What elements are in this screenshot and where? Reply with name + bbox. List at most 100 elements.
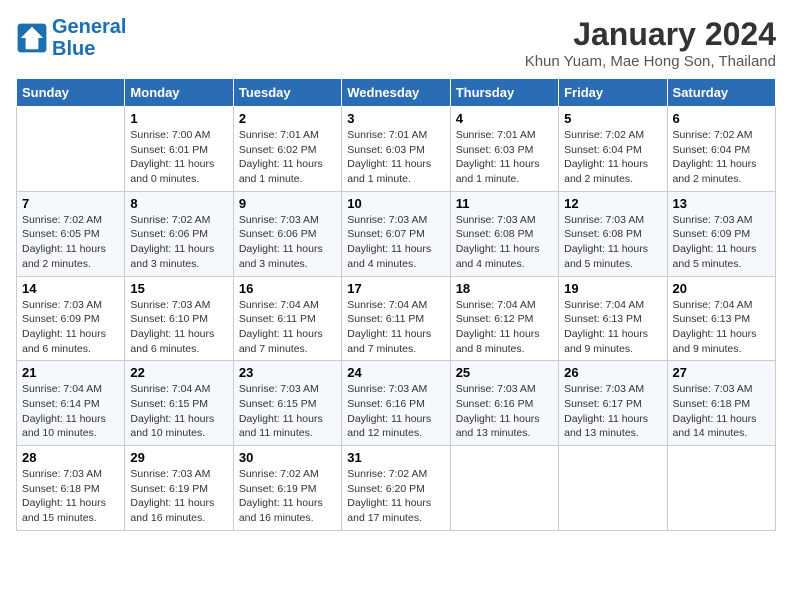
- calendar-cell: 22Sunrise: 7:04 AM Sunset: 6:15 PM Dayli…: [125, 361, 233, 446]
- day-info: Sunrise: 7:01 AM Sunset: 6:02 PM Dayligh…: [239, 128, 336, 187]
- day-info: Sunrise: 7:03 AM Sunset: 6:16 PM Dayligh…: [456, 382, 553, 441]
- calendar-week-1: 1Sunrise: 7:00 AM Sunset: 6:01 PM Daylig…: [17, 107, 776, 192]
- day-number: 18: [456, 281, 553, 296]
- day-info: Sunrise: 7:03 AM Sunset: 6:10 PM Dayligh…: [130, 298, 227, 357]
- day-number: 28: [22, 450, 119, 465]
- calendar-cell: 12 Sunrise: 7:03 AM Sunset: 6:08 PM Dayli…: [559, 191, 667, 276]
- day-info: Sunrise: 7:02 AM Sunset: 6:20 PM Dayligh…: [347, 467, 444, 526]
- day-number: 14: [22, 281, 119, 296]
- calendar-week-4: 21 Sunrise: 7:04 AM Sunset: 6:14 PM Dayli…: [17, 361, 776, 446]
- month-title: January 2024: [525, 16, 776, 53]
- day-info: Sunrise: 7:04 AM Sunset: 6:13 PM Dayligh…: [673, 298, 770, 357]
- calendar-cell: 28 Sunrise: 7:03 AM Sunset: 6:18 PM Dayli…: [17, 446, 125, 531]
- day-number: 8: [130, 196, 227, 211]
- page-header: General Blue January 2024 Khun Yuam, Mae…: [16, 16, 776, 70]
- day-number: 16: [239, 281, 336, 296]
- calendar-cell: [559, 446, 667, 531]
- calendar-cell: 24Sunrise: 7:03 AM Sunset: 6:16 PM Dayli…: [342, 361, 450, 446]
- day-number: 30: [239, 450, 336, 465]
- day-info: Sunrise: 7:01 AM Sunset: 6:03 PM Dayligh…: [347, 128, 444, 187]
- calendar-cell: 13Sunrise: 7:03 AM Sunset: 6:09 PM Dayli…: [667, 191, 775, 276]
- day-info: Sunrise: 7:03 AM Sunset: 6:18 PM Dayligh…: [22, 467, 119, 526]
- day-info: Sunrise: 7:03 AM Sunset: 6:07 PM Dayligh…: [347, 213, 444, 272]
- day-info: Sunrise: 7:03 AM Sunset: 6:18 PM Dayligh…: [673, 382, 770, 441]
- calendar-week-2: 7 Sunrise: 7:02 AM Sunset: 6:05 PM Daylig…: [17, 191, 776, 276]
- day-info: Sunrise: 7:03 AM Sunset: 6:19 PM Dayligh…: [130, 467, 227, 526]
- day-info: Sunrise: 7:03 AM Sunset: 6:15 PM Dayligh…: [239, 382, 336, 441]
- day-number: 4: [456, 111, 553, 126]
- day-info: Sunrise: 7:02 AM Sunset: 6:04 PM Dayligh…: [673, 128, 770, 187]
- day-number: 31: [347, 450, 444, 465]
- day-number: 12: [564, 196, 661, 211]
- header-row: SundayMondayTuesdayWednesdayThursdayFrid…: [17, 79, 776, 107]
- calendar-cell: 7 Sunrise: 7:02 AM Sunset: 6:05 PM Daylig…: [17, 191, 125, 276]
- day-number: 7: [22, 196, 119, 211]
- calendar-table: SundayMondayTuesdayWednesdayThursdayFrid…: [16, 78, 776, 531]
- day-info: Sunrise: 7:04 AM Sunset: 6:11 PM Dayligh…: [239, 298, 336, 357]
- calendar-cell: 5 Sunrise: 7:02 AM Sunset: 6:04 PM Daylig…: [559, 107, 667, 192]
- day-number: 1: [130, 111, 227, 126]
- calendar-cell: 4 Sunrise: 7:01 AM Sunset: 6:03 PM Daylig…: [450, 107, 558, 192]
- calendar-cell: [450, 446, 558, 531]
- day-info: Sunrise: 7:04 AM Sunset: 6:12 PM Dayligh…: [456, 298, 553, 357]
- calendar-cell: 8 Sunrise: 7:02 AM Sunset: 6:06 PM Daylig…: [125, 191, 233, 276]
- logo-icon: [16, 22, 48, 54]
- day-number: 15: [130, 281, 227, 296]
- day-number: 23: [239, 365, 336, 380]
- calendar-cell: 31 Sunrise: 7:02 AM Sunset: 6:20 PM Dayli…: [342, 446, 450, 531]
- day-number: 9: [239, 196, 336, 211]
- day-number: 3: [347, 111, 444, 126]
- col-header-monday: Monday: [125, 79, 233, 107]
- col-header-saturday: Saturday: [667, 79, 775, 107]
- calendar-cell: 3 Sunrise: 7:01 AM Sunset: 6:03 PM Daylig…: [342, 107, 450, 192]
- col-header-sunday: Sunday: [17, 79, 125, 107]
- calendar-cell: 16 Sunrise: 7:04 AM Sunset: 6:11 PM Dayli…: [233, 276, 341, 361]
- logo-line2: Blue: [52, 38, 95, 60]
- day-info: Sunrise: 7:03 AM Sunset: 6:17 PM Dayligh…: [564, 382, 661, 441]
- calendar-cell: 30Sunrise: 7:02 AM Sunset: 6:19 PM Dayli…: [233, 446, 341, 531]
- calendar-cell: 18 Sunrise: 7:04 AM Sunset: 6:12 PM Dayli…: [450, 276, 558, 361]
- day-info: Sunrise: 7:01 AM Sunset: 6:03 PM Dayligh…: [456, 128, 553, 187]
- calendar-cell: 2 Sunrise: 7:01 AM Sunset: 6:02 PM Daylig…: [233, 107, 341, 192]
- calendar-cell: 14 Sunrise: 7:03 AM Sunset: 6:09 PM Dayli…: [17, 276, 125, 361]
- day-info: Sunrise: 7:03 AM Sunset: 6:16 PM Dayligh…: [347, 382, 444, 441]
- day-number: 5: [564, 111, 661, 126]
- col-header-tuesday: Tuesday: [233, 79, 341, 107]
- day-number: 22: [130, 365, 227, 380]
- day-info: Sunrise: 7:04 AM Sunset: 6:14 PM Dayligh…: [22, 382, 119, 441]
- title-block: January 2024 Khun Yuam, Mae Hong Son, Th…: [525, 16, 776, 70]
- calendar-cell: 19Sunrise: 7:04 AM Sunset: 6:13 PM Dayli…: [559, 276, 667, 361]
- calendar-cell: 20 Sunrise: 7:04 AM Sunset: 6:13 PM Dayli…: [667, 276, 775, 361]
- day-info: Sunrise: 7:04 AM Sunset: 6:11 PM Dayligh…: [347, 298, 444, 357]
- logo-line1: General: [52, 16, 126, 38]
- location: Khun Yuam, Mae Hong Son, Thailand: [525, 53, 776, 70]
- col-header-friday: Friday: [559, 79, 667, 107]
- day-number: 27: [673, 365, 770, 380]
- col-header-thursday: Thursday: [450, 79, 558, 107]
- day-number: 2: [239, 111, 336, 126]
- day-info: Sunrise: 7:03 AM Sunset: 6:09 PM Dayligh…: [673, 213, 770, 272]
- calendar-cell: 15 Sunrise: 7:03 AM Sunset: 6:10 PM Dayli…: [125, 276, 233, 361]
- day-info: Sunrise: 7:03 AM Sunset: 6:09 PM Dayligh…: [22, 298, 119, 357]
- day-number: 11: [456, 196, 553, 211]
- day-info: Sunrise: 7:02 AM Sunset: 6:05 PM Dayligh…: [22, 213, 119, 272]
- calendar-cell: [17, 107, 125, 192]
- day-number: 21: [22, 365, 119, 380]
- day-info: Sunrise: 7:02 AM Sunset: 6:06 PM Dayligh…: [130, 213, 227, 272]
- day-number: 20: [673, 281, 770, 296]
- day-info: Sunrise: 7:03 AM Sunset: 6:08 PM Dayligh…: [564, 213, 661, 272]
- calendar-cell: 27 Sunrise: 7:03 AM Sunset: 6:18 PM Dayli…: [667, 361, 775, 446]
- calendar-cell: 11 Sunrise: 7:03 AM Sunset: 6:08 PM Dayli…: [450, 191, 558, 276]
- day-number: 26: [564, 365, 661, 380]
- calendar-cell: 26 Sunrise: 7:03 AM Sunset: 6:17 PM Dayli…: [559, 361, 667, 446]
- day-number: 29: [130, 450, 227, 465]
- day-info: Sunrise: 7:02 AM Sunset: 6:04 PM Dayligh…: [564, 128, 661, 187]
- day-info: Sunrise: 7:03 AM Sunset: 6:08 PM Dayligh…: [456, 213, 553, 272]
- day-number: 17: [347, 281, 444, 296]
- day-number: 25: [456, 365, 553, 380]
- logo: General Blue: [16, 16, 126, 60]
- day-info: Sunrise: 7:04 AM Sunset: 6:13 PM Dayligh…: [564, 298, 661, 357]
- col-header-wednesday: Wednesday: [342, 79, 450, 107]
- day-info: Sunrise: 7:03 AM Sunset: 6:06 PM Dayligh…: [239, 213, 336, 272]
- calendar-week-5: 28 Sunrise: 7:03 AM Sunset: 6:18 PM Dayli…: [17, 446, 776, 531]
